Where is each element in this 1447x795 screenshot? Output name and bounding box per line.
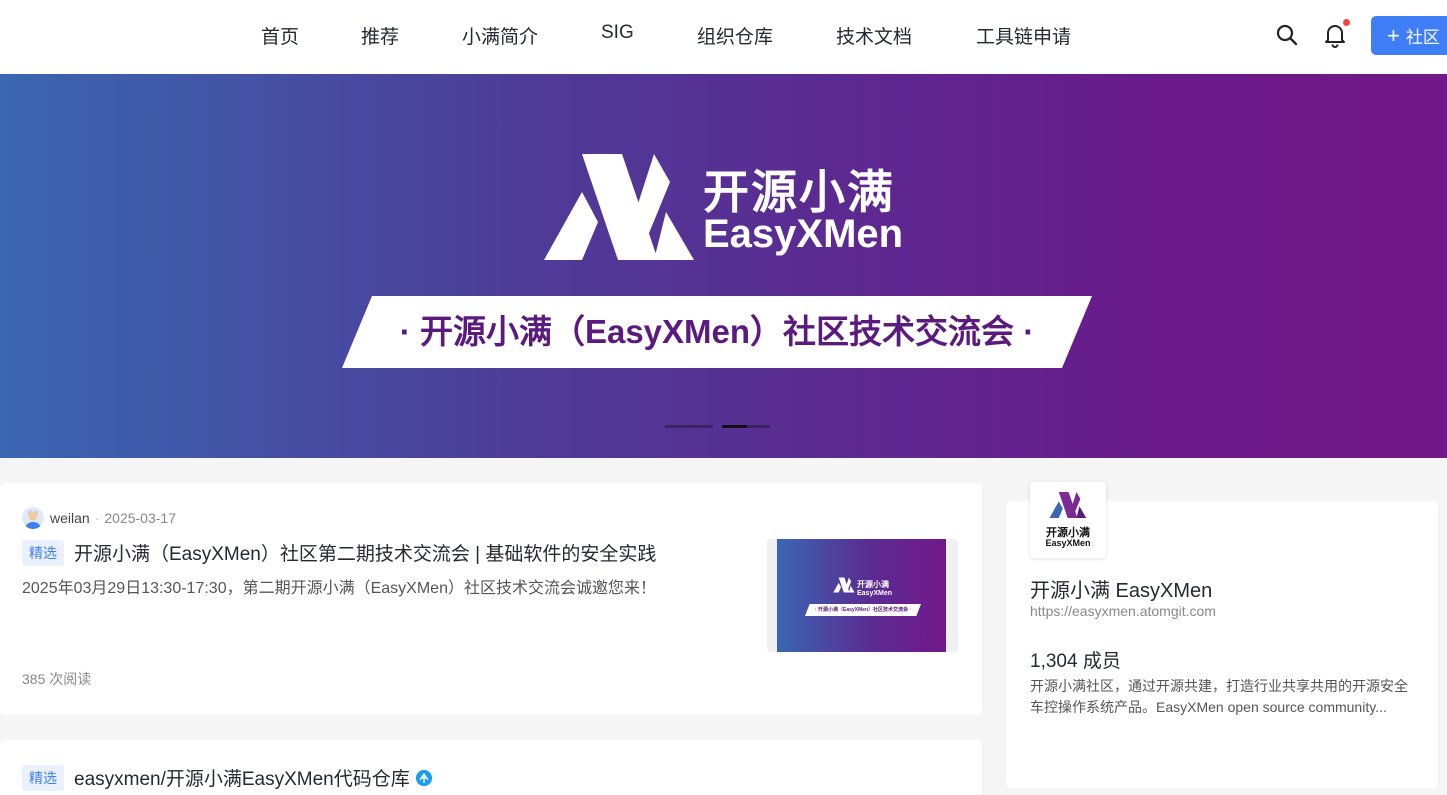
- easyxmen-logo-mark-icon: [544, 154, 694, 260]
- carousel-dot-2[interactable]: [722, 425, 770, 428]
- post-card[interactable]: weilan · 2025-03-17 精选 开源小满（EasyXMen）社区第…: [0, 483, 982, 715]
- nav-item-org-repos[interactable]: 组织仓库: [697, 22, 773, 49]
- search-icon[interactable]: [1275, 23, 1299, 47]
- banner-logo-en: EasyXMen: [703, 212, 904, 256]
- carousel-dot-1[interactable]: [665, 425, 713, 428]
- community-member-count: 1,304 成员: [1030, 651, 1121, 672]
- nav-item-sig[interactable]: SIG: [601, 22, 634, 44]
- post-card[interactable]: 精选 easyxmen/开源小满EasyXMen代码仓库: [0, 740, 982, 795]
- nav-item-about[interactable]: 小满简介: [462, 22, 538, 49]
- create-community-button[interactable]: + 社区: [1371, 16, 1447, 55]
- thumbnail-logo-en: EasyXMen: [857, 590, 893, 597]
- featured-tag: 精选: [22, 539, 64, 566]
- featured-tag: 精选: [22, 764, 64, 791]
- nav-item-home[interactable]: 首页: [261, 22, 299, 49]
- thumbnail-strip-text: · 开源小满（EasyXMen）社区技术交流会 ·: [814, 607, 912, 613]
- community-logo-en: EasyXMen: [1045, 538, 1091, 548]
- banner-event-title: · 开源小满（EasyXMen）社区技术交流会 ·: [399, 313, 1035, 350]
- banner-event-strip: · 开源小满（EasyXMen）社区技术交流会 ·: [342, 296, 1092, 368]
- post-title-row: 精选 开源小满（EasyXMen）社区第二期技术交流会 | 基础软件的安全实践: [22, 539, 656, 566]
- create-community-label: 社区: [1405, 28, 1440, 47]
- nav-item-toolchain-apply[interactable]: 工具链申请: [976, 22, 1071, 49]
- community-url[interactable]: https://easyxmen.atomgit.com: [1030, 603, 1216, 619]
- plus-icon: +: [1387, 22, 1400, 48]
- meta-separator: ·: [94, 510, 100, 526]
- easyxmen-logo-mark-icon: [1049, 492, 1087, 518]
- hero-banner-carousel[interactable]: 开源小满 EasyXMen · 开源小满（EasyXMen）社区技术交流会 ·: [0, 74, 1447, 458]
- post-excerpt: 2025年03月29日13:30-17:30，第二期开源小满（EasyXMen）…: [22, 580, 656, 597]
- post-title[interactable]: 开源小满（EasyXMen）社区第二期技术交流会 | 基础软件的安全实践: [74, 539, 656, 566]
- post-meta: weilan · 2025-03-17: [22, 507, 176, 529]
- community-description: 开源小满社区，通过开源共建，打造行业共享共用的开源安全车控操作系统产品。Easy…: [1030, 678, 1408, 715]
- post-title[interactable]: easyxmen/开源小满EasyXMen代码仓库: [74, 764, 410, 791]
- top-navigation-bar: 首页 推荐 小满简介 SIG 组织仓库 技术文档 工具链申请 + 社区: [0, 0, 1447, 74]
- easyxmen-logo-mark-icon: [833, 577, 855, 593]
- community-logo[interactable]: 开源小满 EasyXMen: [1030, 482, 1106, 558]
- nav-item-recommend[interactable]: 推荐: [361, 22, 399, 49]
- thumbnail-strip: · 开源小满（EasyXMen）社区技术交流会 ·: [805, 604, 921, 616]
- repository-icon: [415, 769, 432, 786]
- post-thumbnail[interactable]: 开源小满 EasyXMen · 开源小满（EasyXMen）社区技术交流会 ·: [767, 539, 958, 652]
- post-date: 2025-03-17: [104, 510, 176, 526]
- thumbnail-image: 开源小满 EasyXMen · 开源小满（EasyXMen）社区技术交流会 ·: [777, 539, 946, 652]
- thumbnail-logo-cn: 开源小满: [857, 580, 889, 589]
- author-avatar[interactable]: [22, 507, 44, 529]
- post-read-count: 385 次阅读: [22, 671, 92, 687]
- bell-icon[interactable]: [1323, 22, 1347, 48]
- community-name: 开源小满 EasyXMen: [1030, 580, 1213, 602]
- notification-dot: [1343, 19, 1350, 26]
- author-name[interactable]: weilan: [50, 510, 90, 526]
- carousel-indicators: [665, 425, 770, 428]
- post-title-row: 精选 easyxmen/开源小满EasyXMen代码仓库: [22, 764, 432, 791]
- nav-item-tech-docs[interactable]: 技术文档: [836, 22, 912, 49]
